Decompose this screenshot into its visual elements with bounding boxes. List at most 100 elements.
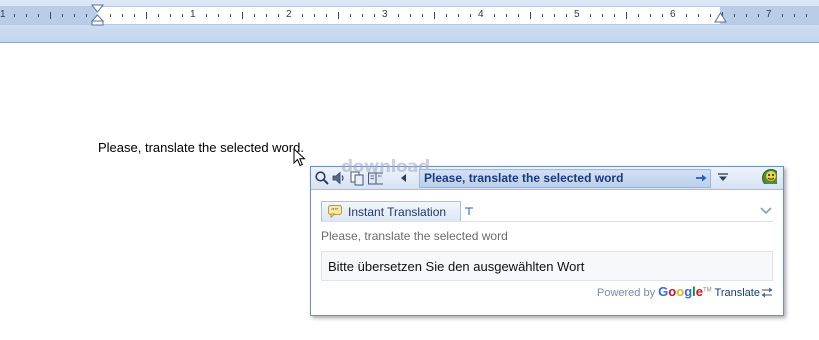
ruler-tick xyxy=(74,14,75,17)
ruler-tick xyxy=(326,14,327,17)
ruler-tick xyxy=(710,14,711,17)
ruler-tick xyxy=(518,14,519,17)
ruler-tick xyxy=(338,12,339,19)
ruler-number: 1 xyxy=(190,9,196,20)
go-arrow-icon[interactable] xyxy=(694,170,710,186)
ruler-tick xyxy=(14,14,15,17)
ruler-tick xyxy=(614,14,615,17)
ruler-tick xyxy=(782,14,783,17)
ruler-tick xyxy=(590,14,591,17)
ruler-tick xyxy=(122,14,123,17)
ruler-strip: 1 1 2 3 4 5 6 7 xyxy=(0,6,819,25)
ruler-tick xyxy=(542,14,543,17)
ruler-tick xyxy=(626,12,627,19)
swap-icon[interactable] xyxy=(760,285,774,299)
ruler-number: 5 xyxy=(574,9,580,20)
ruler-tick xyxy=(170,14,171,17)
ruler-tick xyxy=(434,12,435,19)
ruler-tick xyxy=(302,14,303,17)
ruler-tick xyxy=(350,14,351,17)
left-indent-marker[interactable] xyxy=(91,4,104,26)
ruler-tick xyxy=(794,14,795,17)
ruler-tick xyxy=(554,14,555,17)
source-phrase-title: Please, translate the selected word xyxy=(424,171,624,185)
ruler-tick xyxy=(662,14,663,17)
ruler-tick xyxy=(230,14,231,17)
ruler-tick xyxy=(158,14,159,17)
translation-result: Bitte übersetzen Sie den ausgewählten Wo… xyxy=(328,259,585,274)
ruler-tick xyxy=(530,12,531,19)
ruler-tick xyxy=(458,14,459,17)
translate-label: Translate xyxy=(714,287,760,299)
ruler-tick xyxy=(566,14,567,17)
ruler-tick xyxy=(650,14,651,17)
ruler-tick xyxy=(62,14,63,17)
trademark-mark: TM xyxy=(703,287,712,294)
ruler-tick xyxy=(278,14,279,17)
pin-icon[interactable] xyxy=(716,170,732,186)
powered-by-label: Powered by xyxy=(597,287,656,299)
tab-label: Instant Translation xyxy=(348,205,447,219)
ruler-tick xyxy=(410,14,411,17)
ruler-number: 1 xyxy=(0,9,6,20)
mouse-cursor-icon xyxy=(293,148,306,167)
ruler-tick xyxy=(734,14,735,17)
ruler-tick xyxy=(266,14,267,17)
chevron-down-icon[interactable] xyxy=(759,205,773,217)
source-phrase-box[interactable]: Please, translate the selected word xyxy=(419,169,711,188)
tab-pin-icon[interactable] xyxy=(463,205,475,217)
ruler: 1 1 2 3 4 5 6 7 xyxy=(0,0,819,43)
ruler-tick xyxy=(362,14,363,17)
ruler-tick xyxy=(314,14,315,17)
ruler-tick xyxy=(494,14,495,17)
ruler-tick xyxy=(206,14,207,17)
popup-toolbar: download Please, translate the selected … xyxy=(311,157,783,190)
ruler-tick xyxy=(446,14,447,17)
ruler-tick xyxy=(602,14,603,17)
tab-instant-translation[interactable]: “” Instant Translation xyxy=(321,201,461,221)
google-logo-letter: g xyxy=(684,284,693,299)
ruler-tick xyxy=(638,14,639,17)
ruler-number: 2 xyxy=(286,9,292,20)
ruler-tick xyxy=(38,14,39,17)
ruler-tick xyxy=(698,14,699,17)
ruler-tick xyxy=(746,14,747,17)
ruler-number: 6 xyxy=(670,9,676,20)
ruler-tick xyxy=(254,14,255,17)
ruler-tick xyxy=(218,14,219,17)
ruler-number: 7 xyxy=(766,9,772,20)
source-text[interactable]: Please, translate the selected word xyxy=(321,229,508,243)
translation-popup: download Please, translate the selected … xyxy=(310,157,784,316)
ruler-number: 3 xyxy=(382,9,388,20)
document-text[interactable]: Please, translate the selected word. xyxy=(98,140,304,155)
ruler-tick xyxy=(422,14,423,17)
ruler-tick xyxy=(50,12,51,19)
tab-strip: “” Instant Translation xyxy=(321,201,773,222)
ruler-tick xyxy=(110,14,111,17)
watermark-text: download xyxy=(341,157,430,177)
google-logo: Google xyxy=(658,284,703,299)
google-logo-letter: o xyxy=(676,284,685,299)
ruler-tick xyxy=(806,14,807,17)
ruler-tick xyxy=(686,14,687,17)
ruler-tick xyxy=(398,14,399,17)
google-logo-letter: e xyxy=(695,284,703,299)
ruler-tick xyxy=(146,12,147,19)
chat-bubble-icon: “” xyxy=(328,205,342,218)
ruler-tick xyxy=(758,14,759,17)
ruler-tick xyxy=(134,14,135,17)
translation-result-box[interactable]: Bitte übersetzen Sie den ausgewählten Wo… xyxy=(321,251,773,281)
app-logo-icon[interactable] xyxy=(761,168,777,184)
powered-by-google-translate[interactable]: Powered by GoogleTM Translate xyxy=(597,284,760,299)
search-icon[interactable] xyxy=(314,170,330,186)
ruler-tick xyxy=(182,14,183,17)
ruler-tick xyxy=(506,14,507,17)
ruler-tick xyxy=(242,12,243,19)
ruler-tick xyxy=(470,14,471,17)
svg-text:“”: “” xyxy=(331,207,338,215)
ruler-number: 4 xyxy=(478,9,484,20)
ruler-tick xyxy=(86,14,87,17)
google-logo-letter: G xyxy=(658,284,669,299)
right-indent-marker[interactable] xyxy=(714,12,727,24)
ruler-tick xyxy=(26,14,27,17)
